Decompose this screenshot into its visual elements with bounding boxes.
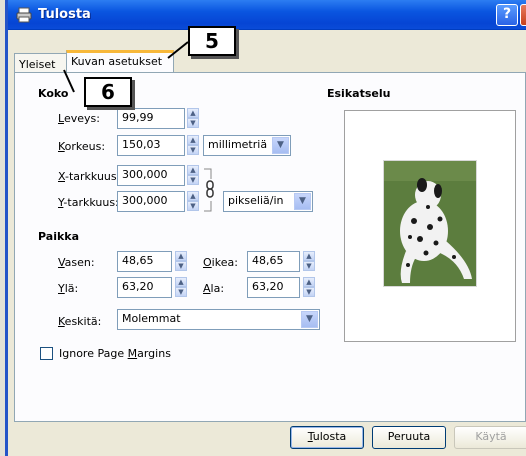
callout-leader-lines (63, 41, 189, 93)
print-dialog: Tulosta ? X Yleiset Kuvan asetukset Koko… (8, 0, 526, 456)
background-window-edge (0, 0, 8, 456)
callout-5: 5 (188, 26, 236, 56)
callout-6: 6 (84, 77, 132, 107)
